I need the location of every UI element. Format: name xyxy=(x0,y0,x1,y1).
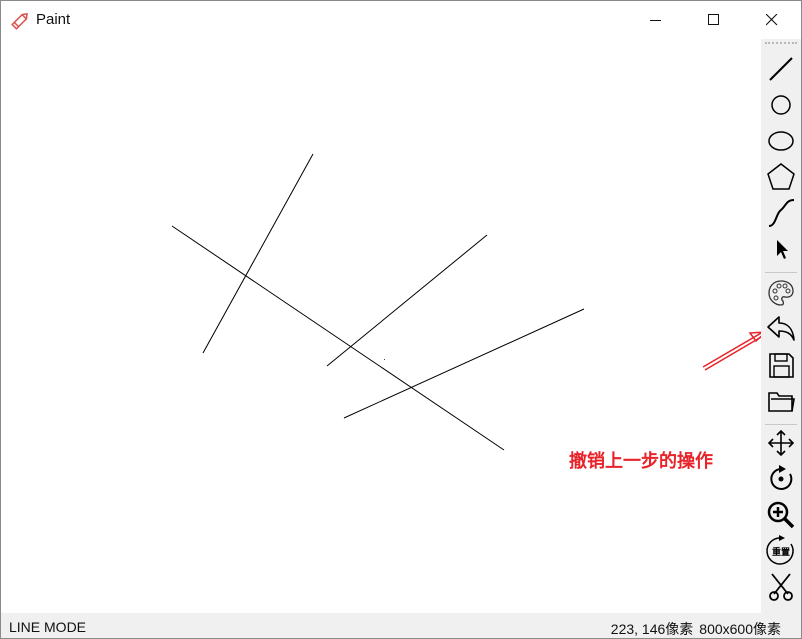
reset-tool-button[interactable]: 重置 xyxy=(764,534,798,568)
move-tool-button[interactable] xyxy=(764,426,798,460)
status-bar: LINE MODE 223, 146像素 800x600像素 xyxy=(1,613,801,638)
rotate-tool-button[interactable] xyxy=(764,462,798,496)
cursor-icon xyxy=(777,240,788,259)
pentagon-icon xyxy=(767,163,795,190)
ellipse-icon xyxy=(768,131,794,151)
save-tool-button[interactable] xyxy=(764,348,798,382)
maximize-button[interactable] xyxy=(685,1,743,39)
zoom-in-icon xyxy=(767,501,795,529)
move-icon xyxy=(767,429,795,457)
tool-toolbar: 重置 xyxy=(761,39,801,613)
line-tool-button[interactable] xyxy=(764,52,798,86)
canvas-drawing xyxy=(171,153,769,451)
status-right-group: 223, 146像素 800x600像素 xyxy=(610,619,781,638)
reset-label: 重置 xyxy=(772,546,790,558)
annotation-arrow xyxy=(702,331,769,371)
toolbar-grip[interactable] xyxy=(765,42,797,48)
drawn-line xyxy=(202,153,314,354)
folder-icon xyxy=(768,392,795,412)
curve-icon xyxy=(768,199,795,227)
mode-status: LINE MODE xyxy=(9,619,87,635)
undo-annotation-label: 撤销上一步的操作 xyxy=(569,451,713,472)
pencil-icon xyxy=(9,10,31,32)
close-icon xyxy=(766,14,778,26)
undo-arrow-icon xyxy=(767,316,795,341)
drawn-line xyxy=(343,308,585,419)
cut-tool-button[interactable] xyxy=(764,570,798,604)
color-tool-button[interactable] xyxy=(764,276,798,310)
save-icon xyxy=(769,353,794,378)
toolbar-separator xyxy=(765,424,797,425)
line-icon xyxy=(769,57,793,81)
canvas-size-status: 800x600像素 xyxy=(699,621,781,637)
zoom-tool-button[interactable] xyxy=(764,498,798,532)
cursor-position-status: 223, 146像素 xyxy=(610,621,694,637)
curve-tool-button[interactable] xyxy=(764,196,798,230)
drawn-line xyxy=(171,225,505,451)
window-title: Paint xyxy=(36,11,71,28)
maximize-icon xyxy=(708,14,719,25)
minimize-button[interactable] xyxy=(627,1,685,39)
drawn-line xyxy=(326,234,488,367)
ellipse-tool-button[interactable] xyxy=(764,124,798,158)
polygon-tool-button[interactable] xyxy=(764,160,798,194)
circle-tool-button[interactable] xyxy=(764,88,798,122)
minimize-icon xyxy=(650,20,661,21)
undo-tool-button[interactable] xyxy=(764,312,798,346)
drawing-canvas[interactable]: 撤销上一步的操作 xyxy=(1,39,769,613)
close-button[interactable] xyxy=(743,1,801,39)
rotate-icon xyxy=(770,465,793,490)
title-bar[interactable]: Paint xyxy=(1,1,801,39)
scissors-icon xyxy=(769,573,793,601)
reset-icon: 重置 xyxy=(766,535,794,565)
canvas-dot xyxy=(384,359,385,360)
select-tool-button[interactable] xyxy=(764,232,798,266)
toolbar-separator xyxy=(765,272,797,273)
palette-icon xyxy=(768,280,794,306)
open-tool-button[interactable] xyxy=(764,384,798,418)
circle-icon xyxy=(771,95,791,115)
paint-window: Paint 撤销上一步的操作 重置 LINE MODE 223, 146像素 8… xyxy=(0,0,802,639)
